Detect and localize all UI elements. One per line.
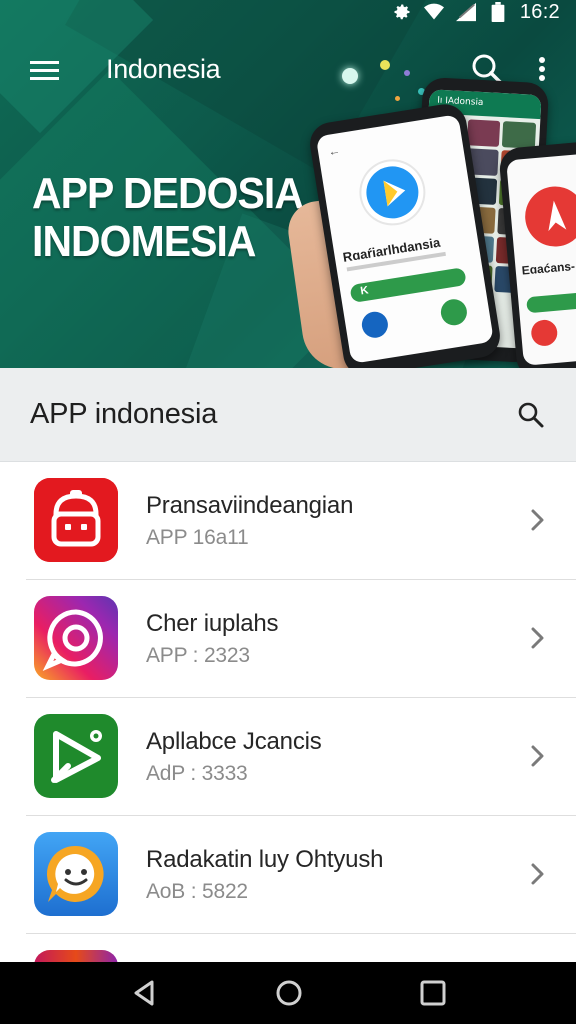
system-nav-bar <box>0 962 576 1024</box>
phone-front-call-left <box>360 309 390 340</box>
menu-icon[interactable] <box>30 56 60 84</box>
settings-icon <box>392 2 412 22</box>
chat-bubble-icon <box>34 832 118 916</box>
phone-front-back-icon: ← <box>327 143 342 159</box>
phone-front-button: K <box>349 267 467 304</box>
recents-icon[interactable] <box>418 978 448 1008</box>
play-gear-icon <box>34 714 118 798</box>
hero-title-line1: APP DEDOSIA <box>32 169 304 218</box>
status-bar: 16:2 <box>0 0 576 24</box>
app-subtitle: APP 16a11 <box>146 526 249 549</box>
section-title: APP indonesia <box>30 398 218 430</box>
phone-right-logo <box>522 184 576 250</box>
home-icon[interactable] <box>274 978 304 1008</box>
phone-right-caption: Eɑaćans- <box>521 259 576 278</box>
app-subtitle: AoB : 5822 <box>146 880 248 903</box>
list-item[interactable]: Pransaviindeangian APP 16a11 <box>0 462 576 580</box>
app-name: Apllabce Jcancis <box>146 728 322 755</box>
chevron-right-icon <box>528 744 548 768</box>
status-time: 16:2 <box>519 0 560 23</box>
search-icon[interactable] <box>516 400 546 430</box>
hero-title: APP DEDOSIA INDOMESIA <box>32 169 304 266</box>
wifi-icon <box>423 2 444 22</box>
chevron-right-icon <box>528 508 548 532</box>
red-cooker-icon <box>34 478 118 562</box>
phone-right-call <box>530 318 559 347</box>
list-item[interactable]: Apllabce Jcancis AdP : 3333 <box>0 698 576 816</box>
back-icon[interactable] <box>130 978 160 1008</box>
app-subtitle: AdP : 3333 <box>146 762 248 785</box>
phone-right-screen: Eɑaćans- <box>506 152 576 366</box>
app-title: Indonesia <box>106 54 221 84</box>
hero-title-line2: INDOMESIA <box>32 217 256 266</box>
chevron-right-icon <box>528 862 548 886</box>
section-header: APP indonesia <box>0 368 576 462</box>
hero-banner: 16:2 Indonesia APP DEDOSIA INDOMESIA Iı … <box>0 0 576 368</box>
signal-icon <box>455 2 476 22</box>
battery-icon <box>488 2 508 22</box>
decor-dot <box>380 60 390 70</box>
phone-right-button <box>526 290 576 314</box>
camera-chat-icon <box>34 596 118 680</box>
app-name: Cher iuplahs <box>146 610 279 637</box>
phone-front-logo <box>356 156 428 228</box>
phones-illustration: Iı IAdonsia Eɑaćans- ← Rɑaŕiarlhdansia K <box>284 76 576 368</box>
app-name: Pransaviindeangian <box>146 492 354 519</box>
decor-dot <box>404 70 410 76</box>
chevron-right-icon <box>528 626 548 650</box>
phone-front-call-right <box>439 297 469 328</box>
list-item[interactable]: Cher iuplahs APP : 2323 <box>0 580 576 698</box>
phone-front-screen: ← Rɑaŕiarlhdansia K <box>315 114 494 364</box>
list-item[interactable]: Radakatin luy Ohtyush AoB : 5822 <box>0 816 576 934</box>
app-name: Radakatin luy Ohtyush <box>146 846 384 873</box>
app-subtitle: APP : 2323 <box>146 644 250 667</box>
app-list: Pransaviindeangian APP 16a11 Cher iuplah… <box>0 462 576 980</box>
